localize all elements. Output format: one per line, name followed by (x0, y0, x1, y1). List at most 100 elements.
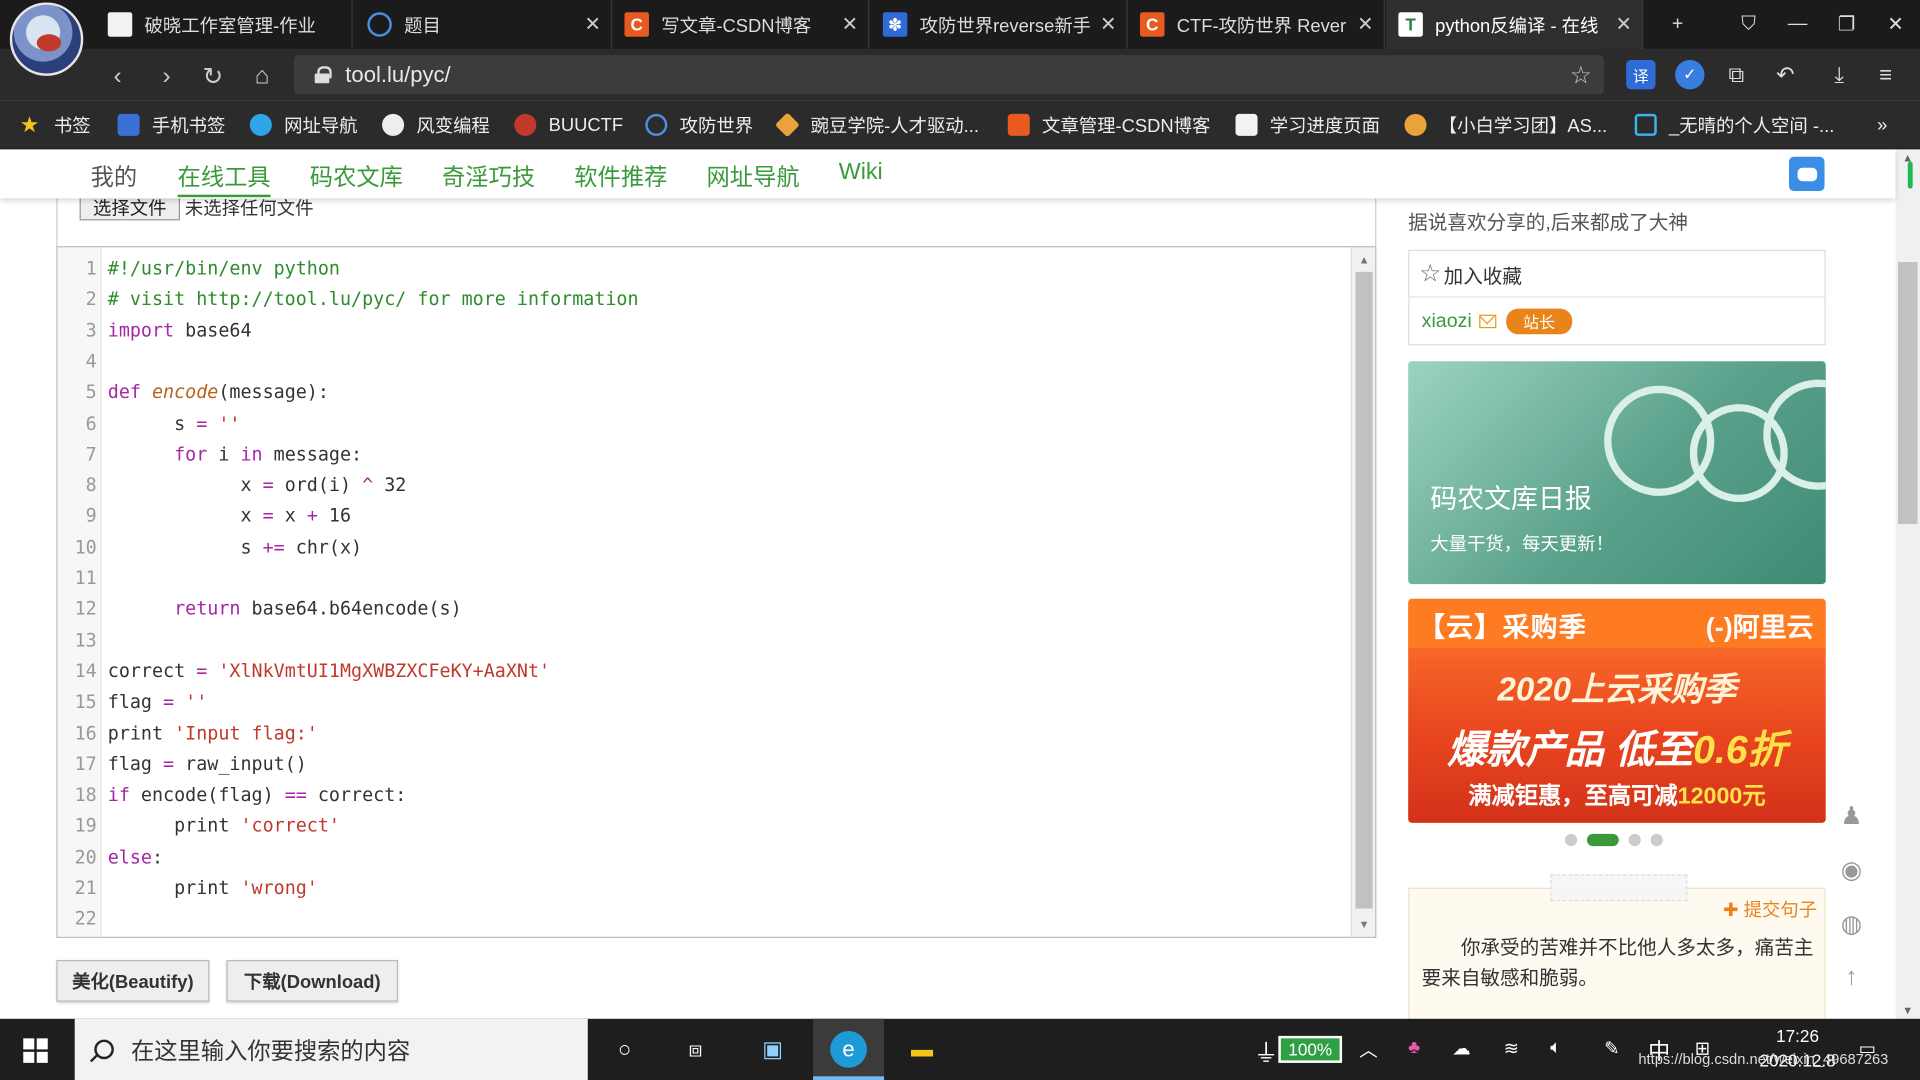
nav-library[interactable]: 码农文库 (310, 159, 403, 192)
bookmark-item[interactable]: 文章管理-CSDN博客 (1007, 110, 1211, 139)
carousel-dot[interactable] (1564, 833, 1578, 847)
bookmark-item[interactable]: 【小白学习团】AS... (1404, 110, 1607, 139)
line-number: 17 (74, 752, 97, 775)
beautify-button[interactable]: 美化(Beautify) (56, 960, 210, 1002)
nav-software[interactable]: 软件推荐 (574, 159, 667, 192)
volume-icon[interactable]: 🔈︎ (1550, 1037, 1561, 1058)
minimize-icon[interactable]: — (1773, 0, 1822, 49)
github-icon[interactable]: ◍ (1838, 910, 1865, 937)
editor-scrollbar[interactable]: ▲ ▼ (1350, 247, 1376, 937)
add-favorite[interactable]: ☆ 加入收藏 (1409, 251, 1825, 298)
nav-tricks[interactable]: 奇淫巧技 (442, 159, 535, 192)
wifi-icon[interactable]: ≋ (1504, 1037, 1519, 1059)
tab-close-icon[interactable]: ✕ (574, 12, 611, 36)
forward-icon[interactable]: › (149, 59, 183, 93)
tray-expand-icon[interactable]: ︿ (1359, 1037, 1377, 1063)
task-view-icon[interactable]: ⧈ (677, 1031, 714, 1068)
banner-subtitle: 大量干货，每天更新！ (1430, 533, 1614, 555)
carousel-dot[interactable] (1628, 833, 1641, 847)
bookmark-item[interactable]: 网址导航 (249, 110, 358, 139)
pen-icon[interactable]: ✎ (1604, 1037, 1619, 1059)
reload-icon[interactable]: ↻ (196, 59, 230, 93)
tab-4[interactable]: C CTF-攻防世界 Rever ✕ (1128, 0, 1385, 49)
control-panel-icon[interactable]: ▣ (754, 1031, 791, 1068)
page-scroll-down-icon[interactable]: ▼ (1896, 1004, 1920, 1016)
bookmark-item[interactable]: 攻防世界 (645, 110, 753, 139)
tab-close-icon[interactable]: ✕ (1090, 12, 1127, 36)
ad-line-2-highlight: 0.6折 (1693, 727, 1787, 772)
tab-close-icon[interactable]: ✕ (831, 12, 868, 36)
nav-mine[interactable]: 我的 (91, 159, 138, 192)
maximize-icon[interactable]: ❐ (1822, 0, 1871, 49)
nav-links[interactable]: 网址导航 (707, 159, 800, 192)
code-token: = (196, 412, 208, 435)
tab-2[interactable]: C 写文章-CSDN博客 ✕ (612, 0, 870, 49)
bookmark-label: 学习进度页面 (1269, 115, 1381, 137)
back-to-top-icon[interactable]: ↑ (1838, 963, 1865, 991)
shield-extension-icon[interactable]: ✓ (1675, 60, 1705, 90)
cortana-icon[interactable]: ○ (606, 1031, 643, 1068)
page-scrollbar[interactable]: ▲ ▼ (1895, 149, 1920, 1019)
tray-app-icon[interactable]: ♣ (1408, 1037, 1420, 1058)
tab-close-icon[interactable]: ✕ (1347, 12, 1384, 36)
code-token: 'Input flag:' (174, 721, 318, 744)
user-avatar[interactable] (9, 2, 84, 76)
tab-3[interactable]: ✽ 攻防世界reverse新手 ✕ (871, 0, 1128, 49)
bookmark-item[interactable]: 风变编程 (382, 110, 490, 139)
tab-5-active[interactable]: T python反编译 - 在线 ✕ (1386, 0, 1644, 49)
scroll-up-icon[interactable]: ▲ (1352, 250, 1375, 270)
weibo-icon[interactable]: ◉ (1838, 856, 1865, 884)
tab-label: 写文章-CSDN博客 (661, 15, 812, 37)
author-row: xiaozi 站长 (1422, 308, 1573, 335)
scroll-down-icon[interactable]: ▼ (1352, 915, 1375, 935)
bookmark-item[interactable]: 豌豆学院-人才驱动... (774, 110, 979, 139)
tab-close-icon[interactable]: ✕ (1605, 12, 1642, 36)
bookmark-item[interactable]: ★ 书签 (20, 110, 91, 139)
carousel-dot[interactable] (1650, 833, 1663, 847)
menu-icon[interactable]: ≡ (1871, 60, 1900, 89)
puzzle-extension-icon[interactable]: ⧉ (1722, 60, 1751, 89)
nav-online-tools[interactable]: 在线工具 (177, 159, 271, 198)
library-daily-banner[interactable]: 码农文库日报 大量干货，每天更新！ (1408, 361, 1826, 585)
bookmark-label: 文章管理-CSDN博客 (1042, 115, 1211, 137)
ad-line-1: 2020上云采购季 (1497, 671, 1737, 708)
scrollbar-thumb[interactable] (1355, 271, 1373, 909)
download-button[interactable]: 下载(Download) (226, 960, 398, 1002)
new-tab-button[interactable]: + (1653, 0, 1702, 49)
nav-wiki[interactable]: Wiki (839, 159, 883, 186)
carousel-dot[interactable] (1586, 833, 1619, 847)
bookmark-item[interactable]: 学习进度页面 (1235, 110, 1381, 139)
url-text[interactable]: tool.lu/pyc/ (345, 62, 450, 88)
bookmark-item[interactable]: _无晴的个人空间 -... (1634, 110, 1834, 139)
shirt-icon[interactable]: ⛉ (1724, 0, 1773, 49)
file-explorer-icon[interactable]: ▬ (904, 1031, 941, 1068)
submit-quote-link[interactable]: ✚ 提交句子 (1723, 896, 1817, 922)
browser-e-icon[interactable]: e (830, 1031, 867, 1068)
author-link[interactable]: xiaozi (1422, 310, 1472, 332)
bookmark-item[interactable]: 手机书签 (117, 110, 225, 139)
page-scrollbar-thumb[interactable] (1897, 262, 1918, 525)
mail-icon[interactable] (1479, 314, 1497, 329)
download-icon[interactable]: ⤓ (1825, 60, 1854, 89)
qq-icon[interactable]: ♟ (1838, 802, 1865, 830)
taskbar-search[interactable]: 在这里输入你要搜索的内容 (74, 1018, 588, 1080)
aliyun-ad-banner[interactable]: 【云】采购季 (-)阿里云 2020上云采购季 爆款产品 低至0.6折 满减钜惠… (1408, 598, 1826, 823)
address-bar[interactable]: tool.lu/pyc/ ☆ (293, 55, 1605, 95)
close-window-icon[interactable]: ✕ (1871, 0, 1920, 49)
power-plug-icon[interactable]: ⏚ (1254, 1033, 1278, 1069)
tab-1[interactable]: 题目 ✕ (355, 0, 613, 49)
page-scroll-up-icon[interactable]: ▲ (1896, 152, 1920, 164)
battery-indicator[interactable]: 100% (1278, 1035, 1343, 1063)
undo-icon[interactable]: ↶ (1771, 60, 1800, 89)
translate-extension-icon[interactable]: 译 (1626, 60, 1656, 90)
windows-start-icon[interactable] (23, 1038, 48, 1063)
tab-0[interactable]: 破晓工作室管理-作业 (96, 0, 353, 49)
bookmarks-more[interactable]: » (1877, 110, 1887, 139)
bookmark-item[interactable]: BUUCTF (514, 110, 623, 139)
onedrive-icon[interactable]: ☁ (1452, 1037, 1470, 1059)
bookmark-star-icon[interactable]: ☆ (1570, 59, 1592, 90)
code-editor[interactable]: 1 #!/usr/bin/env python 2 # visit http://to… (56, 246, 1377, 938)
chat-icon[interactable] (1788, 156, 1825, 192)
home-icon[interactable]: ⌂ (245, 59, 279, 93)
back-icon[interactable]: ‹ (100, 59, 134, 93)
